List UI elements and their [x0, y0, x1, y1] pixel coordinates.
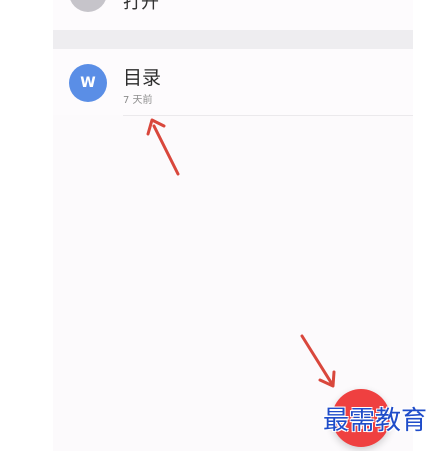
annotation-arrow-fab	[300, 334, 336, 388]
open-item[interactable]: 打开	[53, 0, 413, 30]
folder-icon	[69, 0, 107, 12]
file-timestamp: 7 天前	[123, 95, 153, 106]
section-divider	[53, 30, 413, 49]
file-name: 目录	[123, 67, 162, 89]
watermark-logo: 最需教育	[323, 406, 428, 436]
open-item-label: 打开	[123, 0, 159, 13]
word-document-icon: W	[69, 64, 107, 102]
annotation-arrow-file	[146, 118, 180, 176]
file-list-item[interactable]: W 目录 7 天前	[53, 49, 413, 115]
file-list-panel: 打开 W 目录 7 天前	[53, 0, 413, 451]
